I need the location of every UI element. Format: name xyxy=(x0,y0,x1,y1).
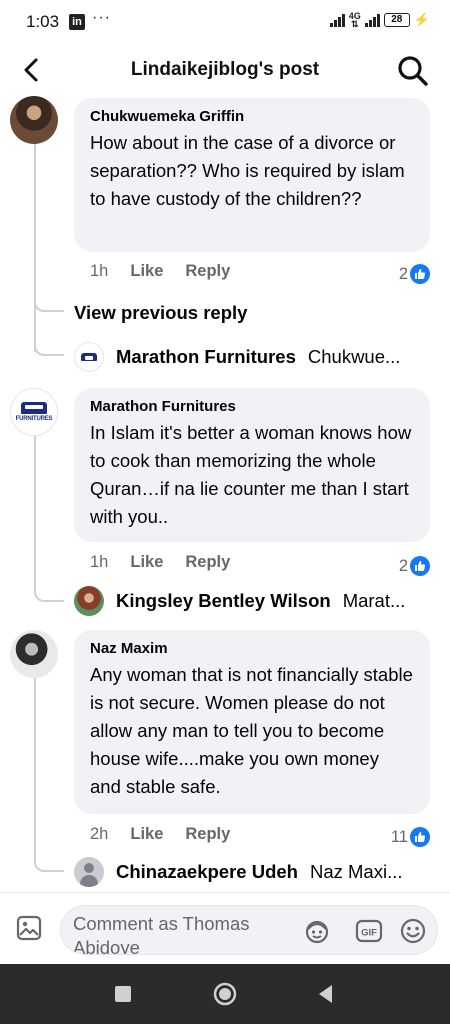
avatar[interactable] xyxy=(10,630,58,678)
reaction-number: 2 xyxy=(398,556,408,575)
comment-author[interactable]: Marathon Furnitures xyxy=(90,398,414,415)
back-triangle-icon xyxy=(319,985,332,1003)
comment-time: 2h xyxy=(90,825,109,843)
home-icon xyxy=(213,982,237,1006)
comment-time: 1h xyxy=(90,262,109,280)
emoji-button[interactable] xyxy=(399,917,427,945)
reply-button[interactable]: Reply xyxy=(185,825,230,844)
reply-button[interactable]: Reply xyxy=(185,262,230,281)
recents-button[interactable] xyxy=(111,982,135,1006)
status-indicators: 4G ⇅ 28 ⚡ xyxy=(329,11,430,29)
status-time: 1:03 xyxy=(26,12,60,31)
comment-actions: 2h Like Reply xyxy=(90,825,230,844)
reply-author: Chinazaekpere Udeh xyxy=(116,861,298,882)
comment-text: In Islam it's better a woman knows how t… xyxy=(90,422,412,527)
logo-text: FURNITURES xyxy=(15,416,53,422)
thread-connector xyxy=(34,326,64,356)
reply-author: Marathon Furnitures xyxy=(116,346,296,367)
avatar[interactable]: FURNITURES xyxy=(10,388,58,436)
thread-line xyxy=(34,678,36,858)
comment-field-container: GIF xyxy=(60,905,438,955)
reply-snippet: Marat... xyxy=(342,590,406,611)
comment-actions: 1h Like Reply xyxy=(90,553,230,572)
reply-button[interactable]: Reply xyxy=(185,553,230,572)
comment-author[interactable]: Naz Maxim xyxy=(90,640,414,657)
like-button[interactable]: Like xyxy=(130,553,163,572)
avatar xyxy=(74,586,104,616)
page-title: Lindaikejiblog's post xyxy=(130,59,320,80)
post-header: Lindaikejiblog's post xyxy=(0,46,450,96)
thread-connector xyxy=(34,840,64,872)
linkedin-notification-icon: in xyxy=(69,14,85,30)
avatar[interactable] xyxy=(10,96,58,144)
avatar xyxy=(74,342,104,372)
emoji-icon xyxy=(400,918,426,944)
thread-line xyxy=(34,436,36,586)
reply-preview[interactable]: Marathon Furnitures Chukwue... xyxy=(74,342,400,372)
reaction-count[interactable]: 2 xyxy=(399,264,430,284)
comment-author[interactable]: Chukwuemeka Griffin xyxy=(90,108,414,125)
thread-line xyxy=(34,142,36,352)
reaction-number: 2 xyxy=(398,264,408,283)
like-button[interactable]: Like xyxy=(130,262,163,281)
reply-author: Kingsley Bentley Wilson xyxy=(116,590,331,611)
like-button[interactable]: Like xyxy=(130,825,163,844)
comment-input[interactable] xyxy=(73,912,298,954)
image-icon xyxy=(16,915,42,941)
comment-bubble[interactable]: Chukwuemeka Griffin How about in the cas… xyxy=(74,98,430,252)
home-button[interactable] xyxy=(213,982,237,1006)
reply-preview[interactable]: Kingsley Bentley Wilson Marat... xyxy=(74,586,405,616)
default-avatar-icon xyxy=(74,857,104,887)
avatar-sticker-button[interactable] xyxy=(303,917,331,945)
reply-snippet: Naz Maxi... xyxy=(309,861,403,882)
more-notifications-icon: ··· xyxy=(92,9,111,26)
comments-list: Chukwuemeka Griffin How about in the cas… xyxy=(0,96,450,892)
battery-icon: 28 xyxy=(383,13,410,27)
reply-preview[interactable]: Chinazaekpere Udeh Naz Maxi... xyxy=(74,857,403,887)
signal-icon-2 xyxy=(364,13,380,27)
view-previous-reply-link[interactable]: View previous reply xyxy=(74,302,247,324)
gif-icon: GIF xyxy=(355,919,383,943)
gif-button[interactable]: GIF xyxy=(355,917,383,945)
recents-icon xyxy=(115,986,131,1002)
avatar-sticker-icon xyxy=(305,920,329,944)
signal-icon xyxy=(329,13,345,27)
like-reaction-icon xyxy=(410,556,430,576)
thread-connector xyxy=(34,282,64,312)
sofa-logo-icon xyxy=(21,402,47,414)
svg-text:GIF: GIF xyxy=(361,928,377,939)
reaction-count[interactable]: 2 xyxy=(399,556,430,576)
back-nav-button[interactable] xyxy=(314,982,338,1006)
comment-text: Any woman that is not financially stable… xyxy=(90,664,413,797)
network-type: 4G ⇅ xyxy=(348,11,361,29)
comment-time: 1h xyxy=(90,553,109,571)
comment-bubble[interactable]: Naz Maxim Any woman that is not financia… xyxy=(74,630,430,814)
reaction-count[interactable]: 11 xyxy=(391,827,430,847)
reply-snippet: Chukwue... xyxy=(307,346,401,367)
thread-connector xyxy=(34,570,64,602)
comment-actions: 1h Like Reply xyxy=(90,262,230,281)
comment-composer: GIF xyxy=(0,892,450,964)
charging-icon: ⚡ xyxy=(413,12,430,27)
reaction-number: 11 xyxy=(390,827,408,846)
status-bar: 1:03 in ··· 4G ⇅ 28 ⚡ xyxy=(0,0,450,46)
search-button[interactable] xyxy=(396,54,430,88)
search-icon xyxy=(398,56,428,86)
comment-bubble[interactable]: Marathon Furnitures In Islam it's better… xyxy=(74,388,430,542)
system-navigation-bar xyxy=(0,964,450,1024)
add-photo-button[interactable] xyxy=(16,915,42,941)
like-reaction-icon xyxy=(410,827,430,847)
like-reaction-icon xyxy=(410,264,430,284)
comment-text: How about in the case of a divorce or se… xyxy=(90,132,405,209)
